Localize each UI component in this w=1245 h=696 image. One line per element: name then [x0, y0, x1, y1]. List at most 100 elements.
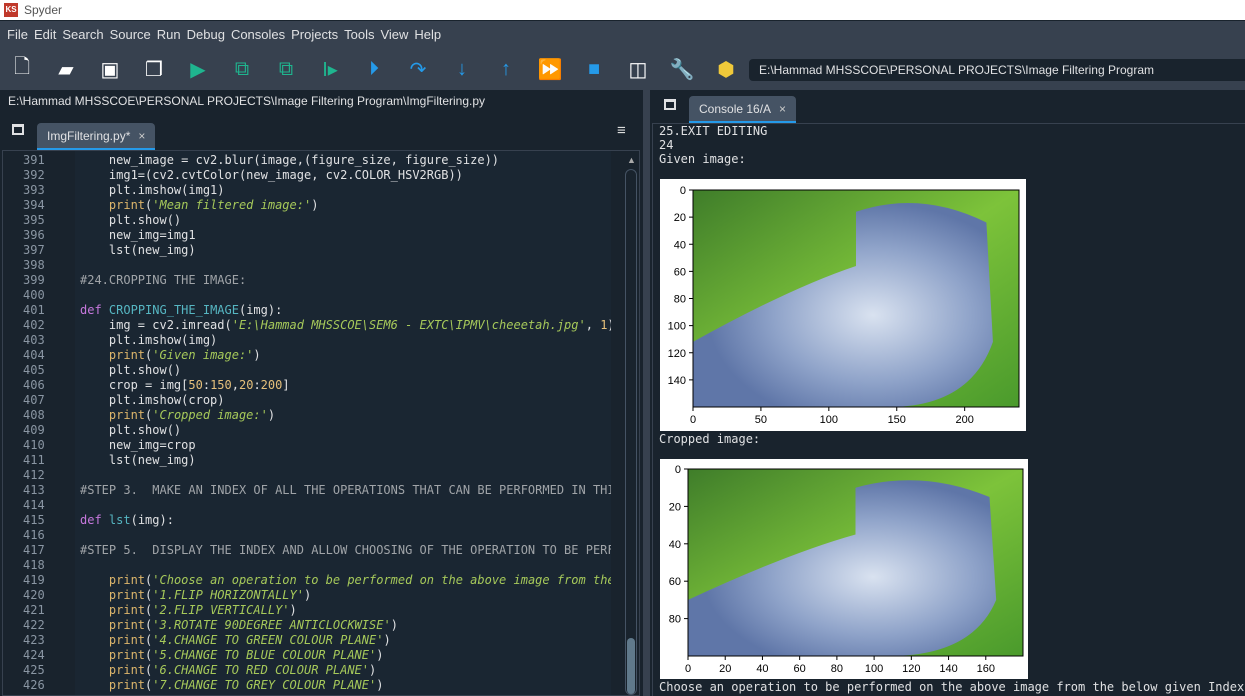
code-token: ) — [390, 618, 398, 632]
line-number: 409 — [23, 423, 45, 437]
code-token: lst(new_img) — [80, 243, 196, 257]
code-token: plt.show() — [80, 363, 182, 377]
stop-icon[interactable]: ■ — [572, 53, 616, 85]
x-tick-label: 200 — [955, 414, 973, 426]
menu-help[interactable]: Help — [411, 27, 444, 42]
cropped-image-plot: 0 20 40 60 80 0 20 40 60 80 100 120 140 160 — [660, 459, 1028, 679]
code-line: def lst(img): — [80, 513, 174, 527]
step-return-icon[interactable]: ↑ — [484, 53, 528, 85]
editor-scrollbar[interactable] — [625, 169, 637, 695]
save-all-icon[interactable]: ❐ — [132, 53, 176, 85]
code-line: #STEP 5. DISPLAY THE INDEX AND ALLOW CHO… — [80, 543, 611, 557]
code-token: ) — [607, 318, 611, 332]
line-number: 419 — [23, 573, 45, 587]
menu-consoles[interactable]: Consoles — [228, 27, 288, 42]
x-tick-label: 150 — [888, 414, 906, 426]
code-token: img = cv2.imread( — [80, 318, 232, 332]
menu-search[interactable]: Search — [59, 27, 106, 42]
run-selection-icon[interactable]: I▸ — [308, 53, 352, 85]
code-line: print('Choose an operation to be perform… — [80, 573, 611, 587]
code-token: '3.ROTATE 90DEGREE ANTICLOCKWISE' — [152, 618, 391, 632]
line-number: 399 — [23, 273, 45, 287]
code-token: print — [108, 678, 146, 692]
menu-view[interactable]: View — [377, 27, 411, 42]
code-line: new_image = cv2.blur(image,(figure_size,… — [80, 153, 499, 167]
code-token: '5.CHANGE TO BLUE COLOUR PLANE' — [152, 648, 377, 662]
menu-source[interactable]: Source — [107, 27, 154, 42]
tab-imgfiltering[interactable]: ImgFiltering.py* × — [37, 123, 156, 151]
continue-icon[interactable]: ⏩ — [528, 53, 572, 85]
scroll-up-arrow[interactable]: ▲ — [627, 155, 636, 165]
menu-run[interactable]: Run — [154, 27, 184, 42]
code-token: def — [80, 303, 102, 317]
y-tick-label: 0 — [680, 185, 686, 197]
code-line: print('Cropped image:') — [80, 408, 275, 422]
save-file-icon[interactable]: ▣ — [88, 53, 132, 85]
step-into-icon[interactable]: ↓ — [440, 53, 484, 85]
code-token: plt.imshow(crop) — [80, 393, 225, 407]
hamburger-menu-icon[interactable]: ≡ — [617, 122, 626, 139]
debug-icon[interactable]: ⏵ — [352, 53, 396, 85]
code-line: lst(new_img) — [80, 453, 196, 467]
close-tab-icon[interactable]: × — [138, 129, 145, 143]
code-line: print('1.FLIP HORIZONTALLY') — [80, 588, 311, 602]
line-number: 391 — [23, 153, 45, 167]
code-area[interactable]: new_image = cv2.blur(image,(figure_size,… — [75, 151, 611, 695]
pane-options-icon[interactable] — [12, 124, 24, 135]
spyder-logo: KS — [4, 3, 18, 17]
new-file-icon[interactable]: 🗋 — [0, 53, 44, 85]
scrollbar-thumb[interactable] — [627, 638, 635, 694]
code-token: new_img=img1 — [80, 228, 196, 242]
line-number: 408 — [23, 408, 45, 422]
code-token: new_image = cv2.blur(image,(figure_size,… — [80, 153, 500, 167]
close-console-icon[interactable]: × — [779, 102, 786, 116]
console-pane-options-icon[interactable] — [664, 99, 676, 110]
menu-projects[interactable]: Projects — [288, 27, 341, 42]
step-over-icon[interactable]: ↷ — [396, 53, 440, 85]
line-number: 415 — [23, 513, 45, 527]
run-cell-icon[interactable]: ⧉ — [220, 53, 264, 85]
code-editor[interactable]: 391 392 393 394 395 396 397 398 399 400 401 402 403 4… — [2, 150, 640, 696]
line-number: 397 — [23, 243, 45, 257]
maximize-pane-icon[interactable]: ◫ — [616, 53, 660, 85]
y-tick-label: 20 — [674, 212, 686, 224]
tab-console[interactable]: Console 16/A × — [689, 96, 797, 124]
python-path-icon[interactable]: ⬢ — [704, 53, 748, 85]
line-number: 405 — [23, 363, 45, 377]
code-token: '4.CHANGE TO GREEN COLOUR PLANE' — [152, 633, 384, 647]
ipython-console[interactable]: 25.EXIT EDITING 24 Given image: 0 20 40 60 8… — [652, 123, 1245, 696]
open-file-icon[interactable]: ▰ — [44, 53, 88, 85]
y-tick-label: 60 — [669, 576, 681, 588]
code-token: 'Cropped image:' — [152, 408, 268, 422]
code-line: print('Mean filtered image:') — [80, 198, 319, 212]
code-token: new_img=crop — [80, 438, 196, 452]
code-line: img1=(cv2.cvtColor(new_image, cv2.COLOR_… — [80, 168, 463, 182]
code-token: print — [108, 603, 146, 617]
working-directory-input[interactable]: E:\Hammad MHSSCOE\PERSONAL PROJECTS\Imag… — [749, 59, 1245, 81]
menu-tools[interactable]: Tools — [341, 27, 377, 42]
code-token: def — [80, 513, 102, 527]
run-cell-advance-icon[interactable]: ⧉ — [264, 53, 308, 85]
menu-edit[interactable]: Edit — [31, 27, 59, 42]
code-token: #24.CROPPING THE IMAGE: — [80, 273, 247, 287]
code-token: 200 — [260, 378, 283, 392]
menu-file[interactable]: File — [4, 27, 31, 42]
code-token: ) — [289, 603, 297, 617]
pane-splitter[interactable] — [643, 90, 650, 696]
line-number: 411 — [23, 453, 45, 467]
code-line: #24.CROPPING THE IMAGE: — [80, 273, 246, 287]
x-tick-label: 140 — [939, 663, 957, 675]
y-tick-label: 60 — [674, 266, 686, 278]
code-token: '7.CHANGE TO GREY COLOUR PLANE' — [152, 678, 377, 692]
menu-debug[interactable]: Debug — [184, 27, 228, 42]
preferences-icon[interactable]: 🔧 — [660, 53, 704, 85]
run-icon[interactable]: ▶ — [176, 53, 220, 85]
code-token: 150 — [210, 378, 232, 392]
code-token: ) — [369, 663, 377, 677]
